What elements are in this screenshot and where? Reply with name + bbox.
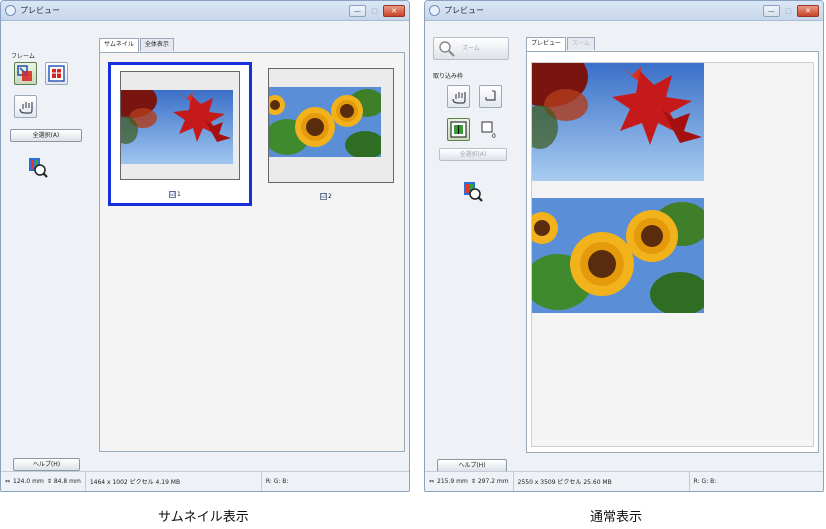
right-preview-window: プレビュー — □ ✕ ズーム 取り込み枠 0 全選択(A) ヘルプ(H) プレ… — [424, 0, 824, 492]
crop-frame-label: 取り込み枠 — [433, 73, 464, 80]
right-tab-strip: プレビュー ズーム — [526, 37, 596, 51]
thumbnail-1[interactable]: ☑ 1 — [108, 62, 252, 206]
zoom-label: ズーム — [462, 45, 480, 52]
thumbnail-2-page — [268, 68, 394, 183]
select-all-button[interactable]: 全選択(A) — [439, 148, 507, 161]
frame-icon — [485, 90, 496, 101]
frame-label: フレーム — [11, 53, 35, 60]
close-button[interactable]: ✕ — [383, 4, 405, 17]
left-tool-panel: フレーム 全選択(A) ヘルプ(H) — [1, 22, 97, 471]
thumbnail-area: ☑ 1 ☑ 2 — [99, 52, 405, 452]
left-status-bar: ⇔ 124.0 mm ⇕ 84.8 mm 1464 x 1002 ピクセル 4.… — [1, 471, 409, 491]
image-adjust-icon — [29, 158, 48, 178]
image-adjust-icon — [464, 182, 483, 202]
status-dimensions: ⇔ 215.9 mm ⇕ 297.2 mm — [425, 472, 514, 491]
auto-frame-button[interactable] — [447, 118, 470, 141]
right-window-title: プレビュー — [444, 6, 484, 15]
thumbnail-1-caption: ☑ 1 — [169, 191, 181, 198]
width-arrows-icon: ⇔ — [5, 478, 11, 485]
select-frame-icon — [17, 65, 32, 81]
auto-frame-icon — [450, 121, 467, 138]
tab-thumbnail[interactable]: サムネイル — [99, 38, 139, 52]
zoom-icon — [439, 40, 455, 57]
tab-full-view[interactable]: 全体表示 — [139, 38, 174, 51]
status-height: 297.2 mm — [477, 478, 509, 485]
thumbnail-1-checkbox[interactable]: ☑ — [169, 191, 176, 198]
maple-leaves-photo — [532, 63, 704, 181]
image-adjust-button[interactable] — [460, 179, 483, 202]
status-rgb: R: G: B: — [265, 478, 289, 485]
frame-count-indicator: 0 — [479, 118, 502, 141]
thumbnail-2-checkbox[interactable]: ☑ — [320, 193, 327, 200]
left-window-title: プレビュー — [20, 6, 60, 15]
caption-normal-view: 通常表示 — [590, 510, 643, 525]
right-status-bar: ⇔ 215.9 mm ⇕ 297.2 mm 2550 x 3509 ピクセル 2… — [425, 471, 823, 491]
app-icon — [5, 5, 16, 16]
hand-tool-button[interactable] — [447, 85, 470, 108]
auto-frame-icon — [48, 65, 65, 82]
left-tab-strip: サムネイル 全体表示 — [99, 38, 175, 52]
status-width: 215.9 mm — [437, 478, 468, 485]
tab-zoom[interactable]: ズーム — [567, 37, 595, 50]
minimize-button[interactable]: — — [349, 4, 366, 17]
status-pixels: 1464 x 1002 ピクセル 4.19 MB — [86, 472, 262, 491]
frame-count: 0 — [492, 133, 496, 140]
app-icon — [429, 5, 440, 16]
hand-tool-button[interactable] — [14, 95, 37, 118]
status-rgb: R: G: B: — [693, 478, 717, 485]
image-adjust-button[interactable] — [25, 155, 48, 178]
left-title-bar[interactable]: プレビュー — □ ✕ — [1, 1, 409, 21]
right-tool-panel: ズーム 取り込み枠 0 全選択(A) ヘルプ(H) — [425, 22, 525, 472]
help-button[interactable]: ヘルプ(H) — [13, 458, 80, 471]
thumbnail-1-page — [120, 71, 240, 180]
height-arrows-icon: ⇕ — [46, 478, 52, 485]
thumbnail-2[interactable]: ☑ 2 — [264, 65, 400, 203]
status-height: 84.8 mm — [53, 478, 81, 485]
minimize-button[interactable]: — — [763, 4, 780, 17]
status-dimensions: ⇔ 124.0 mm ⇕ 84.8 mm — [1, 472, 86, 491]
maximize-button[interactable]: □ — [782, 5, 795, 17]
preview-area — [526, 51, 819, 453]
thumbnail-2-caption: ☑ 2 — [320, 193, 332, 200]
height-arrows-icon: ⇕ — [470, 478, 476, 485]
zoom-button[interactable]: ズーム — [433, 37, 509, 60]
hand-icon — [19, 102, 33, 114]
auto-frame-button[interactable] — [45, 62, 68, 85]
maple-leaves-photo — [121, 90, 239, 164]
left-preview-window: プレビュー — □ ✕ フレーム 全選択(A) ヘルプ(H) サムネイル 全体表… — [0, 0, 410, 492]
maximize-button[interactable]: □ — [368, 5, 381, 17]
width-arrows-icon: ⇔ — [429, 478, 435, 485]
sunflower-photo — [532, 198, 704, 313]
status-pixels: 2550 x 3509 ピクセル 25.60 MB — [514, 472, 690, 491]
right-title-bar[interactable]: プレビュー — □ ✕ — [425, 1, 823, 21]
scan-page — [531, 62, 814, 447]
status-width: 124.0 mm — [13, 478, 44, 485]
hand-icon — [452, 92, 466, 104]
close-button[interactable]: ✕ — [797, 4, 819, 17]
tab-preview[interactable]: プレビュー — [526, 37, 567, 51]
select-all-button[interactable]: 全選択(A) — [10, 129, 82, 142]
select-frame-button[interactable] — [14, 62, 37, 85]
caption-thumbnail-view: サムネイル表示 — [158, 510, 249, 525]
empty-frame-icon — [481, 121, 493, 133]
marquee-tool-button[interactable] — [479, 85, 502, 108]
sunflower-photo — [269, 87, 393, 157]
